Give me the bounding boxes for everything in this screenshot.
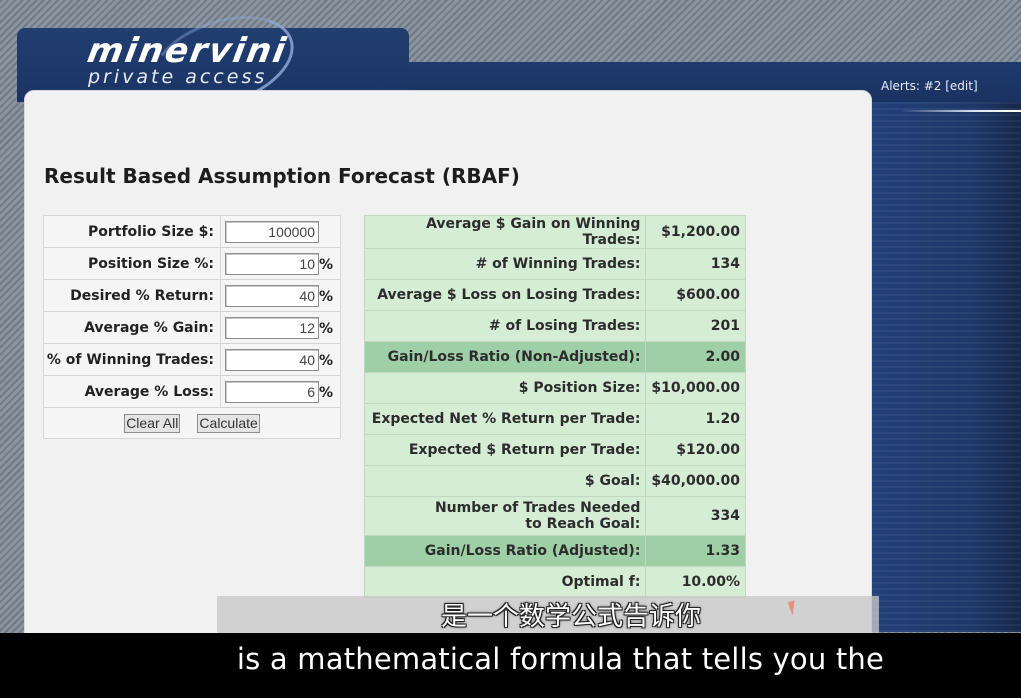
button-row: Clear All Calculate (43, 407, 341, 439)
input-label: Desired % Return: (43, 279, 221, 312)
position-size-input[interactable] (225, 252, 319, 275)
alerts-label: Alerts: (881, 79, 920, 93)
site-logo[interactable]: minervini private access (84, 31, 291, 88)
subtitle-english: is a mathematical formula that tells you… (236, 642, 885, 676)
result-label: Average $ Loss on Losing Trades: (363, 279, 647, 311)
result-value: $1,200.00 (645, 215, 746, 249)
calculate-button[interactable]: Calculate (197, 413, 260, 433)
input-row-portfolio-size: Portfolio Size $: (43, 215, 341, 248)
clear-all-button[interactable]: Clear All (124, 413, 181, 433)
winning-trades-input[interactable] (225, 348, 319, 371)
result-label: Expected $ Return per Trade: (363, 434, 647, 466)
page-title: Result Based Assumption Forecast (RBAF) (44, 164, 520, 188)
portfolio-size-input[interactable] (225, 220, 319, 243)
input-row-winning-trades: % of Winning Trades: % (43, 343, 341, 376)
result-value: $40,000.00 (645, 465, 746, 497)
result-row: Average $ Loss on Losing Trades: $600.00 (363, 279, 746, 311)
input-label: % of Winning Trades: (43, 343, 221, 376)
average-gain-input[interactable] (225, 316, 319, 339)
alerts-indicator: Alerts: #2 [edit] (881, 79, 978, 93)
unit-label: % (319, 320, 334, 337)
logo-brand-text: minervini (84, 31, 291, 71)
result-row: Average $ Gain on Winning Trades: $1,200.… (363, 215, 746, 249)
result-value: 1.20 (645, 403, 746, 435)
subtitle-chinese: 是一个数学公式告诉你 (440, 602, 701, 632)
unit-label: % (319, 352, 334, 369)
result-label: # of Losing Trades: (363, 310, 647, 342)
alerts-count: #2 (923, 79, 942, 93)
input-label: Average % Gain: (43, 311, 221, 344)
result-label: Optimal f: (363, 566, 647, 598)
input-row-desired-return: Desired % Return: % (43, 279, 341, 312)
result-row: # of Losing Trades: 201 (363, 310, 746, 342)
result-row: Number of Trades Needed to Reach Goal: 33… (363, 496, 746, 536)
result-value: $600.00 (645, 279, 746, 311)
input-row-average-loss: Average % Loss: % (43, 375, 341, 408)
result-value: 1.33 (645, 535, 746, 567)
result-row-highlight: Gain/Loss Ratio (Adjusted): 1.33 (363, 535, 746, 567)
results-table: Average $ Gain on Winning Trades: $1,200.… (363, 215, 746, 598)
result-value: $10,000.00 (645, 372, 746, 404)
result-row: $ Position Size: $10,000.00 (363, 372, 746, 404)
average-loss-input[interactable] (225, 380, 319, 403)
input-label: Portfolio Size $: (43, 215, 221, 248)
result-label: Number of Trades Needed to Reach Goal: (363, 496, 647, 536)
result-value: 2.00 (645, 341, 746, 373)
right-sidebar (870, 102, 1021, 632)
result-label: Expected Net % Return per Trade: (363, 403, 647, 435)
result-label: # of Winning Trades: (363, 248, 647, 280)
result-value: 201 (645, 310, 746, 342)
result-value: $120.00 (645, 434, 746, 466)
result-row: Optimal f: 10.00% (363, 566, 746, 598)
input-label: Position Size %: (43, 247, 221, 280)
result-row-highlight: Gain/Loss Ratio (Non-Adjusted): 2.00 (363, 341, 746, 373)
result-row: # of Winning Trades: 134 (363, 248, 746, 280)
input-form-table: Portfolio Size $: Position Size %: % Des… (43, 215, 341, 439)
unit-label: % (319, 288, 334, 305)
input-row-average-gain: Average % Gain: % (43, 311, 341, 344)
unit-label: % (319, 384, 334, 401)
alerts-edit-link[interactable]: [edit] (945, 79, 977, 93)
input-label: Average % Loss: (43, 375, 221, 408)
result-row: Expected Net % Return per Trade: 1.20 (363, 403, 746, 435)
result-row: $ Goal: $40,000.00 (363, 465, 746, 497)
result-value: 134 (645, 248, 746, 280)
desired-return-input[interactable] (225, 284, 319, 307)
result-label: $ Position Size: (363, 372, 647, 404)
decorative-streak (900, 110, 1021, 112)
result-label: Gain/Loss Ratio (Adjusted): (363, 535, 647, 567)
result-value: 10.00% (645, 566, 746, 598)
unit-label: % (319, 256, 334, 273)
result-row: Expected $ Return per Trade: $120.00 (363, 434, 746, 466)
result-label: $ Goal: (363, 465, 647, 497)
result-label: Average $ Gain on Winning Trades: (363, 215, 647, 249)
result-label: Gain/Loss Ratio (Non-Adjusted): (363, 341, 647, 373)
result-value: 334 (645, 496, 746, 536)
input-row-position-size: Position Size %: % (43, 247, 341, 280)
